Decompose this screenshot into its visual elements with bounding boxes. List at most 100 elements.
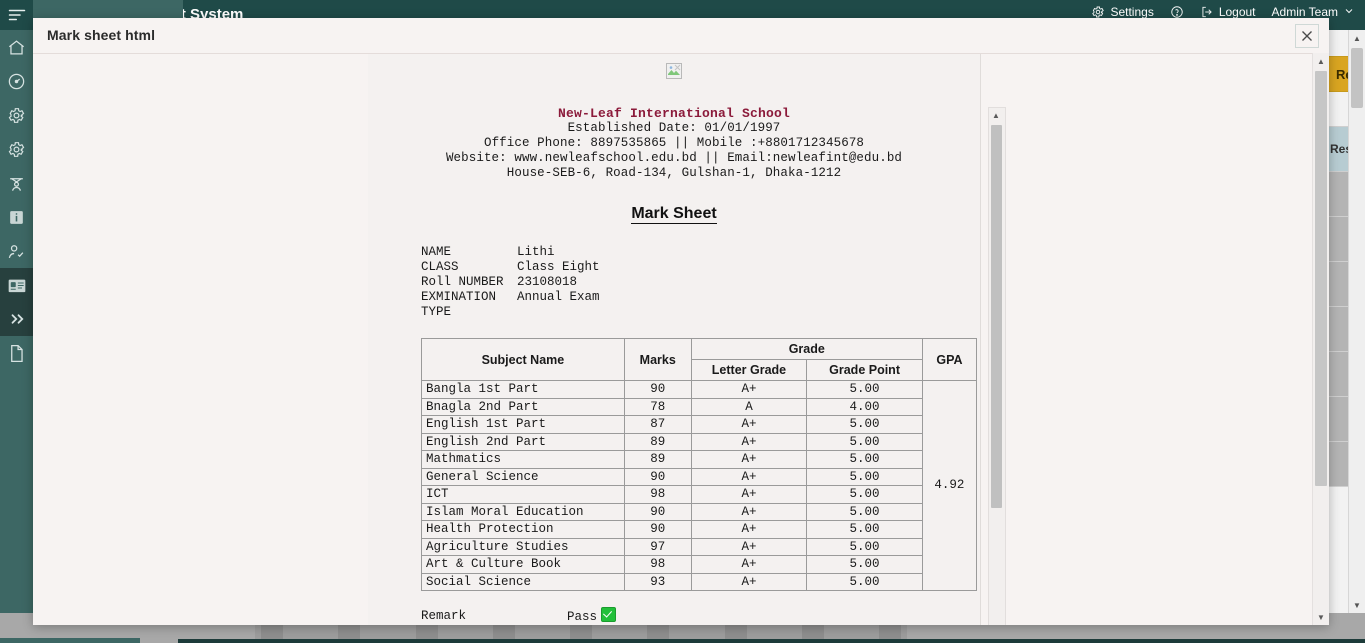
school-logo-wrap xyxy=(368,54,980,84)
document-viewport: New-Leaf International School Establishe… xyxy=(368,54,981,625)
cell-gpa: 4.92 xyxy=(921,380,978,591)
scroll-up-arrow[interactable]: ▲ xyxy=(1349,30,1365,46)
cell-point: 5.00 xyxy=(806,450,923,469)
cell-letter: A+ xyxy=(690,415,808,434)
topbar-logout[interactable]: Logout xyxy=(1200,5,1256,19)
modal-scroll-down-arrow[interactable]: ▼ xyxy=(1313,609,1329,625)
cell-point: 5.00 xyxy=(806,555,923,574)
header-letter-grade: Letter Grade xyxy=(690,359,808,381)
home-icon xyxy=(7,38,26,57)
table-row: Social Science 93 A+ 5.00 xyxy=(421,572,977,591)
topbar-user[interactable]: Admin Team xyxy=(1272,5,1357,19)
sidebar-item-dashboard[interactable] xyxy=(0,64,33,98)
table-row: Bangla 1st Part 90 A+ 5.00 4.92 xyxy=(421,380,978,591)
sidebar-item-expand[interactable] xyxy=(0,302,33,336)
web-line: Website: www.newleafschool.edu.bd || Ema… xyxy=(445,151,903,165)
id-card-icon xyxy=(7,277,27,294)
cell-marks: 89 xyxy=(623,432,692,451)
cell-letter: A+ xyxy=(690,450,808,469)
sidebar-item-students[interactable] xyxy=(0,166,33,200)
info-label: EXMINATION TYPE xyxy=(421,290,497,319)
header-grade-point: Grade Point xyxy=(806,359,923,381)
topbar-logout-label: Logout xyxy=(1218,5,1256,19)
cell-letter: A+ xyxy=(690,467,808,486)
topbar-help[interactable] xyxy=(1170,5,1184,19)
modal-header: Mark sheet html xyxy=(33,18,1329,54)
cell-marks: 97 xyxy=(623,537,692,556)
page-scrollbar[interactable]: ▲ ▼ xyxy=(1348,30,1365,613)
cell-subject: Islam Moral Education xyxy=(421,502,625,521)
table-row: Mathmatics 89 A+ 5.00 xyxy=(421,450,977,469)
cell-marks: 90 xyxy=(623,380,692,399)
cell-subject: Art & Culture Book xyxy=(421,555,625,574)
sidebar-item-settings[interactable] xyxy=(0,98,33,132)
cell-subject: Bnagla 2nd Part xyxy=(421,397,625,416)
info-row-exam-type: EXMINATION TYPE Annual Exam xyxy=(421,290,607,320)
sidebar-item-information[interactable] xyxy=(0,200,33,234)
sidebar-item-home[interactable] xyxy=(0,30,33,64)
close-icon xyxy=(1301,30,1313,42)
cell-subject: Agriculture Studies xyxy=(421,537,625,556)
remark-label: Remark xyxy=(421,609,467,623)
cell-subject: Mathmatics xyxy=(421,450,625,469)
scroll-thumb[interactable] xyxy=(1351,48,1363,108)
document-icon xyxy=(8,344,25,363)
modal-scroll-up-arrow[interactable]: ▲ xyxy=(1313,53,1329,69)
chevron-double-right-icon xyxy=(8,312,26,326)
sidebar-item-id-card[interactable] xyxy=(0,268,33,302)
remark-value-cell: Pass xyxy=(567,607,695,625)
table-row: English 2nd Part 89 A+ 5.00 xyxy=(421,432,977,451)
cell-point: 5.00 xyxy=(806,485,923,504)
topbar-settings[interactable]: Settings xyxy=(1091,5,1154,19)
cell-marks: 90 xyxy=(623,520,692,539)
sidebar-item-documents[interactable] xyxy=(0,336,33,370)
modal-scrollbar[interactable]: ▲ ▼ xyxy=(1312,53,1329,625)
sidebar-item-menu-toggle[interactable] xyxy=(0,0,33,30)
cell-letter: A+ xyxy=(690,572,808,591)
phone-line: Office Phone: 8897535865 || Mobile :+880… xyxy=(483,136,865,150)
table-row: Bnagla 2nd Part 78 A 4.00 xyxy=(421,397,977,416)
student-info-table: NAME Lithi CLASS Class Eight Roll NUMBER… xyxy=(421,245,607,320)
info-value: Annual Exam xyxy=(517,290,600,304)
scroll-down-arrow[interactable]: ▼ xyxy=(1349,597,1365,613)
cell-subject: English 2nd Part xyxy=(421,432,625,451)
close-button[interactable] xyxy=(1295,24,1319,48)
app-sidebar xyxy=(0,0,33,643)
cell-subject: Health Protection xyxy=(421,520,625,539)
cell-letter: A+ xyxy=(690,502,808,521)
sidebar-item-configuration[interactable] xyxy=(0,132,33,166)
topbar-settings-label: Settings xyxy=(1110,5,1154,19)
table-row: Islam Moral Education 90 A+ 5.00 xyxy=(421,502,977,521)
cell-point: 5.00 xyxy=(806,502,923,521)
modal-scroll-thumb[interactable] xyxy=(1315,71,1327,486)
gauge-icon xyxy=(7,72,26,91)
screen: School Management System Settings Logout xyxy=(0,0,1365,643)
doc-scroll-up-arrow[interactable]: ▲ xyxy=(989,108,1003,122)
info-icon xyxy=(7,208,26,227)
document-scrollbar[interactable]: ▲ ▼ xyxy=(988,107,1006,625)
info-row-roll: Roll NUMBER 23108018 xyxy=(421,275,607,290)
info-value: 23108018 xyxy=(517,275,578,289)
taskbar-accent-left xyxy=(0,638,140,643)
marks-table-body: Bangla 1st Part 90 A+ 5.00 4.92 Bnagla 2… xyxy=(421,380,978,591)
cell-marks: 87 xyxy=(623,415,692,434)
topbar-actions: Settings Logout Admin Team xyxy=(1091,5,1357,19)
modal-body: New-Leaf International School Establishe… xyxy=(33,54,1329,625)
cell-letter: A+ xyxy=(690,485,808,504)
doc-scroll-thumb[interactable] xyxy=(991,125,1002,508)
cell-subject: Social Science xyxy=(421,572,625,591)
cell-point: 5.00 xyxy=(806,432,923,451)
table-row: ICT 98 A+ 5.00 xyxy=(421,485,977,504)
info-value: Lithi xyxy=(517,245,555,259)
cell-letter: A+ xyxy=(690,380,808,399)
broken-image-icon xyxy=(666,62,682,79)
table-row: Art & Culture Book 98 A+ 5.00 xyxy=(421,555,977,574)
cell-marks: 98 xyxy=(623,555,692,574)
cell-point: 5.00 xyxy=(806,380,923,399)
marks-header-row-1: Subject Name Marks Grade GPA xyxy=(421,338,978,381)
cell-letter: A xyxy=(690,397,808,416)
remark-row: Remark Pass xyxy=(421,607,695,625)
cell-point: 5.00 xyxy=(806,467,923,486)
cell-subject: Bangla 1st Part xyxy=(421,380,625,399)
sidebar-item-admission[interactable] xyxy=(0,234,33,268)
